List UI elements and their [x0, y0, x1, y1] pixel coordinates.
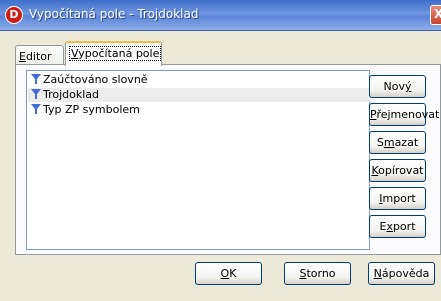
list-item[interactable]: Typ ZP symbolem [28, 103, 371, 117]
delete-button[interactable]: Smazat [369, 131, 426, 154]
close-button[interactable]: X [430, 5, 441, 25]
copy-button[interactable]: Kopírovat [369, 159, 426, 182]
new-button[interactable]: Nový [369, 75, 426, 98]
import-button[interactable]: Import [369, 187, 426, 210]
filter-icon [31, 89, 41, 99]
tab-panel: Zaúčtováno slovně Trojdoklad Typ ZP symb… [15, 64, 441, 255]
filter-icon [31, 104, 41, 114]
ok-button[interactable]: OK [195, 262, 262, 285]
filter-icon [31, 74, 41, 84]
app-logo-icon[interactable]: D [5, 6, 23, 24]
cancel-button[interactable]: Storno [284, 262, 351, 285]
rename-button[interactable]: Přejmenovat [369, 103, 439, 126]
title-bar[interactable]: D Vypočítaná pole - Trojdoklad X [0, 0, 441, 31]
tab-editor[interactable]: Editor [15, 45, 64, 65]
window-title: Vypočítaná pole - Trojdoklad [29, 7, 199, 21]
list-item[interactable]: Zaúčtováno slovně [28, 73, 371, 87]
list-item[interactable]: Trojdoklad [28, 88, 371, 102]
computed-fields-list[interactable]: Zaúčtováno slovně Trojdoklad Typ ZP symb… [26, 70, 371, 250]
dialog-body: Editor Vypočítaná pole Zaúčtováno slovně… [2, 31, 441, 301]
tab-vypocitana-pole[interactable]: Vypočítaná pole [65, 41, 162, 66]
export-button[interactable]: Export [369, 215, 426, 238]
help-button[interactable]: Nápověda [368, 262, 435, 285]
